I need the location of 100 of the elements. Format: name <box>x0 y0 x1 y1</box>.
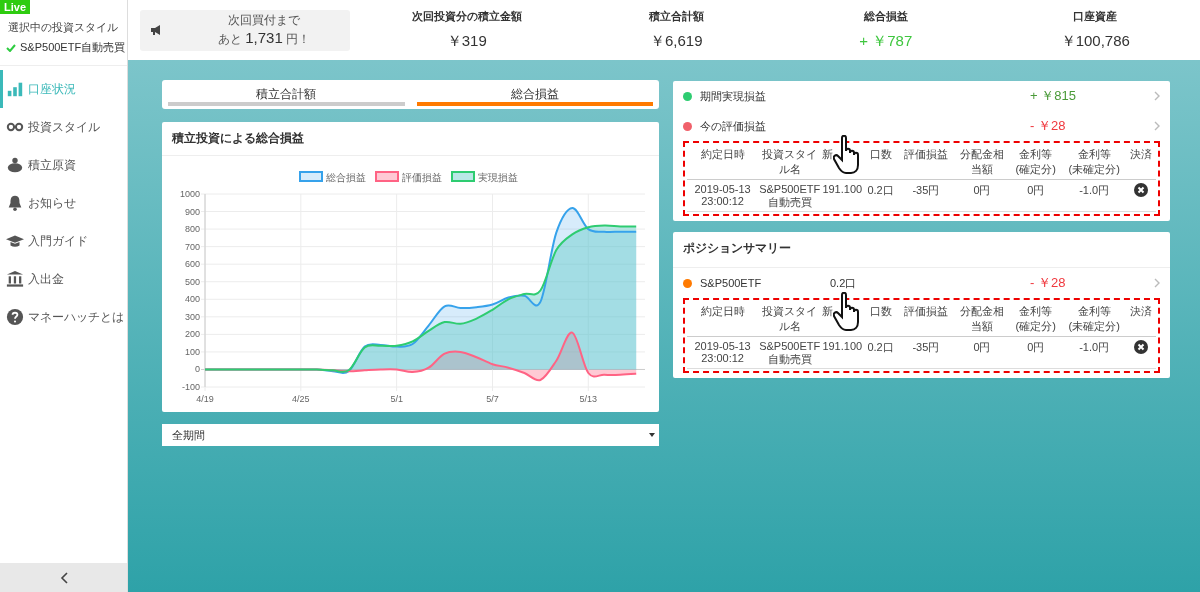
table-cell: 191.100 <box>822 340 863 352</box>
axis-label: 0 <box>195 364 200 375</box>
tab[interactable]: 総合損益 <box>416 80 653 106</box>
legend-item[interactable]: 総合損益 <box>299 171 366 183</box>
legend-label: 総合損益 <box>325 172 366 183</box>
sidebar-item[interactable]: マネーハッチとは <box>0 298 127 336</box>
summary-row[interactable]: 今の評価損益 - ￥28 <box>673 111 1170 141</box>
table-cell: 191.100 <box>822 183 863 195</box>
axis-label: 200 <box>184 329 200 340</box>
column-header: 評価損益 <box>903 305 948 317</box>
column-header: 新 <box>822 148 834 160</box>
axis-label: 600 <box>184 259 200 270</box>
table-cell: 0円 <box>1027 341 1045 353</box>
quantity: 0.2口 <box>830 276 857 289</box>
sidebar-item[interactable]: 入門ガイド <box>0 222 127 260</box>
chevron-left-icon <box>59 571 68 584</box>
column-header: 新 <box>822 305 834 317</box>
table-cell: -1.0円 <box>1079 184 1110 196</box>
column-header: 決済 <box>1130 148 1153 160</box>
notice-text: 次回買付まで <box>228 13 300 27</box>
column-header: 口数 <box>869 305 892 317</box>
table-cell: -35円 <box>912 184 940 196</box>
summary-row[interactable]: S&P500ETF 0.2口 - ￥28 <box>673 268 1170 298</box>
table-cell: 0.2口 <box>867 341 894 353</box>
axis-label: 5/13 <box>579 394 598 404</box>
legend-label: 実現損益 <box>478 172 518 183</box>
legend-item[interactable]: 評価損益 <box>375 171 442 183</box>
close-icon[interactable] <box>1134 340 1149 354</box>
sidebar-item[interactable]: 積立原資 <box>0 146 127 184</box>
column-header: 約定日時 <box>700 305 745 317</box>
stat-label: 積立合計額 <box>647 9 705 24</box>
stat-value: ￥6,619 <box>648 32 704 51</box>
megaphone-icon <box>150 25 162 35</box>
sidebar-item[interactable]: 投資スタイル <box>0 108 127 146</box>
notice-text: あと <box>218 31 243 48</box>
axis-label: 4/19 <box>196 394 214 404</box>
column-header: 投資スタイル名 <box>762 305 818 332</box>
table-cell: 0円 <box>973 341 991 353</box>
stat-value: + ￥787 <box>858 32 914 51</box>
sidebar-item[interactable]: 入出金 <box>0 260 127 298</box>
chevron-right-icon <box>1154 278 1160 288</box>
table-cell: S&P500ETF 自動売買 <box>759 340 821 365</box>
row-label: S&P500ETF <box>700 277 762 289</box>
legend-label: 評価損益 <box>402 172 442 183</box>
column-header: 分配金相当額 <box>959 305 1004 332</box>
table-cell: -35円 <box>912 341 940 353</box>
tab[interactable]: 積立合計額 <box>168 80 405 106</box>
bar-chart-icon <box>6 80 24 98</box>
live-badge: Live <box>0 0 30 14</box>
amount: - ￥28 <box>1030 275 1066 290</box>
table-cell: 2019-05-13 23:00:12 <box>694 340 751 364</box>
axis-label: 5/7 <box>486 394 499 404</box>
axis-label: 4/25 <box>292 394 310 404</box>
table-cell: 0円 <box>973 184 991 196</box>
notice-text: 円！ <box>285 31 310 48</box>
column-header: 金利等 (確定分) <box>1015 148 1056 175</box>
axis-label: 100 <box>184 346 200 357</box>
stat-value: ￥100,786 <box>1059 32 1131 51</box>
stat-label: 次回投資分の積立金額 <box>410 9 523 24</box>
table-cell: 0円 <box>1027 184 1045 196</box>
legend-item[interactable]: 実現損益 <box>451 171 518 183</box>
amount: + ￥815 <box>1030 88 1076 103</box>
column-header: 金利等 (未確定分) <box>1068 148 1120 175</box>
summary-row[interactable]: 期間実現損益 + ￥815 <box>673 81 1170 111</box>
remaining-amount: 1,731 <box>245 29 283 46</box>
chevron-right-icon <box>1154 121 1160 131</box>
chevron-right-icon <box>1154 91 1160 101</box>
table-cell: S&P500ETF 自動売買 <box>759 183 821 208</box>
axis-label: 700 <box>184 241 200 252</box>
card-title: 積立投資による総合損益 <box>162 122 659 156</box>
column-header: 決済 <box>1130 305 1153 317</box>
column-header: 金利等 (確定分) <box>1015 305 1056 332</box>
axis-label: 500 <box>184 276 200 287</box>
bank-icon <box>6 270 24 288</box>
column-header: 評価損益 <box>903 148 948 160</box>
style-value: S&P500ETF自動売買 <box>20 40 126 55</box>
column-header: 金利等 (未確定分) <box>1068 305 1120 332</box>
axis-label: 300 <box>184 311 200 322</box>
column-header: 口数 <box>869 148 892 160</box>
sidebar-item[interactable]: お知らせ <box>0 184 127 222</box>
close-icon[interactable] <box>1134 183 1149 197</box>
table-cell: 2019-05-13 23:00:12 <box>694 183 751 207</box>
period-dropdown[interactable]: 全期間 <box>162 424 659 446</box>
card-title: ポジションサマリー <box>673 232 1170 268</box>
row-label: 期間実現損益 <box>700 89 766 102</box>
style-label: 選択中の投資スタイル <box>8 20 118 35</box>
bell-icon <box>6 194 24 212</box>
stat-label: 総合損益 <box>862 9 909 24</box>
stat-value: ￥319 <box>445 32 488 51</box>
axis-label: -100 <box>182 382 200 392</box>
axis-label: 800 <box>184 224 200 235</box>
check-icon <box>6 43 16 52</box>
axis-label: 900 <box>184 206 200 217</box>
stat-label: 口座資産 <box>1072 9 1119 24</box>
column-header: 約定日時 <box>700 148 745 160</box>
table-cell: -1.0円 <box>1079 341 1110 353</box>
help-icon <box>6 308 24 326</box>
column-header: 投資スタイル名 <box>762 148 818 175</box>
row-label: 今の評価損益 <box>700 119 766 132</box>
axis-label: 400 <box>184 294 200 305</box>
